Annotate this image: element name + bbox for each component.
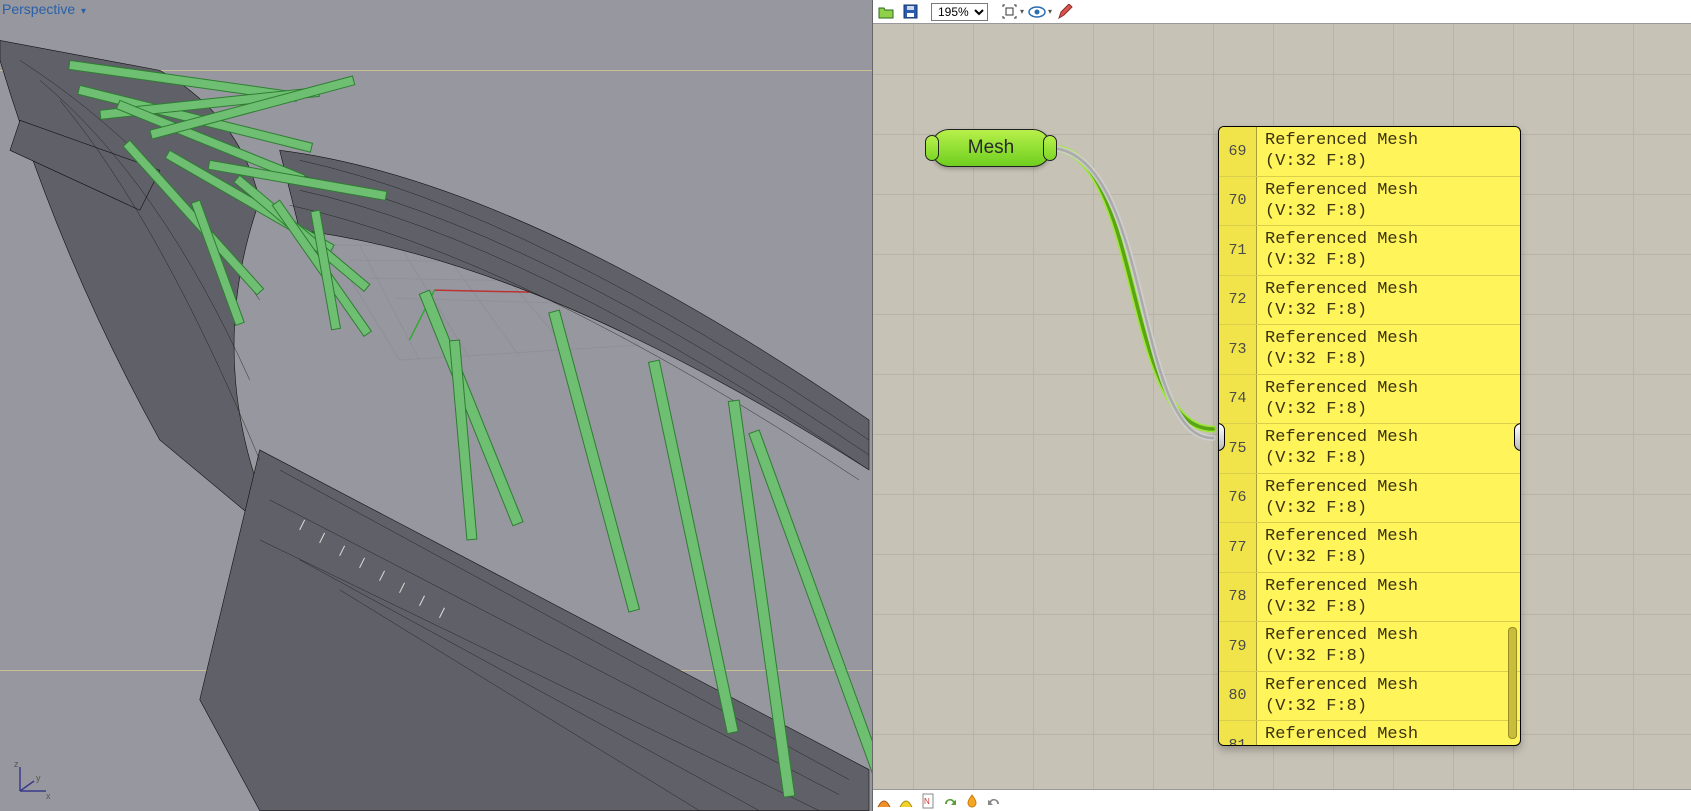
row-text: Referenced Mesh(V:32 F:8): [1257, 622, 1520, 671]
rhino-viewport[interactable]: Perspective ▾: [0, 0, 873, 811]
output-grip[interactable]: [1043, 135, 1057, 161]
panel-row: 77Referenced Mesh(V:32 F:8): [1219, 523, 1520, 573]
dropdown-icon: ▾: [81, 6, 86, 17]
input-grip[interactable]: [925, 135, 939, 161]
pencil-icon: [1057, 4, 1073, 20]
gh-canvas[interactable]: Mesh 69Referenced Mesh(V:32 F:8)70Refere…: [873, 24, 1691, 789]
save-button[interactable]: [899, 2, 921, 22]
row-text: Referenced Mesh(V:32 F:8): [1257, 177, 1520, 226]
undo-button[interactable]: [983, 791, 1005, 811]
row-index: 81: [1219, 721, 1257, 745]
panel-row: 78Referenced Mesh(V:32 F:8): [1219, 573, 1520, 623]
panel-row: 70Referenced Mesh(V:32 F:8): [1219, 177, 1520, 227]
svg-text:N: N: [924, 797, 930, 806]
dropdown-icon[interactable]: ▾: [1020, 7, 1024, 16]
flame-icon: [964, 794, 980, 808]
row-text: Referenced Mesh(V:32 F:8): [1257, 276, 1520, 325]
row-text: Referenced Mesh(V:32 F:8): [1257, 325, 1520, 374]
dropdown-icon[interactable]: ▾: [1048, 7, 1052, 16]
new-icon: N: [921, 793, 935, 809]
action-button[interactable]: [961, 791, 983, 811]
panel-row: 73Referenced Mesh(V:32 F:8): [1219, 325, 1520, 375]
panel-input-grip[interactable]: [1218, 423, 1225, 451]
param-label: Mesh: [968, 137, 1014, 159]
panel-row: 72Referenced Mesh(V:32 F:8): [1219, 276, 1520, 326]
row-index: 79: [1219, 622, 1257, 671]
eye-icon: [1028, 6, 1046, 18]
save-icon: [903, 4, 918, 19]
row-text: Referenced Mesh(V:32 F:8): [1257, 721, 1520, 745]
scrollbar-thumb[interactable]: [1508, 627, 1517, 739]
zoom-extents-icon: [1002, 4, 1017, 19]
row-text: Referenced Mesh(V:32 F:8): [1257, 672, 1520, 721]
open-button[interactable]: [875, 2, 897, 22]
new-doc-button[interactable]: N: [917, 791, 939, 811]
row-index: 69: [1219, 127, 1257, 176]
world-axis-icon: z y x: [12, 759, 52, 799]
row-index: 72: [1219, 276, 1257, 325]
redo-icon: [942, 794, 958, 808]
undo-icon: [986, 794, 1002, 808]
model-geometry: [0, 0, 872, 811]
row-index: 73: [1219, 325, 1257, 374]
zoom-select[interactable]: 195%: [931, 3, 988, 21]
viewport-label[interactable]: Perspective ▾: [0, 0, 94, 18]
row-text: Referenced Mesh(V:32 F:8): [1257, 474, 1520, 523]
viewport-name: Perspective: [2, 1, 75, 17]
panel-row: 75Referenced Mesh(V:32 F:8): [1219, 424, 1520, 474]
row-index: 78: [1219, 573, 1257, 622]
redo-button[interactable]: [939, 791, 961, 811]
view-mode-button[interactable]: [1026, 2, 1048, 22]
row-text: Referenced Mesh(V:32 F:8): [1257, 573, 1520, 622]
open-icon: [878, 5, 894, 19]
wireframe-icon: [898, 793, 914, 809]
row-text: Referenced Mesh(V:32 F:8): [1257, 226, 1520, 275]
row-index: 80: [1219, 672, 1257, 721]
row-index: 77: [1219, 523, 1257, 572]
panel-row: 81Referenced Mesh(V:32 F:8): [1219, 721, 1520, 745]
row-text: Referenced Mesh(V:32 F:8): [1257, 375, 1520, 424]
panel-row: 74Referenced Mesh(V:32 F:8): [1219, 375, 1520, 425]
mesh-param[interactable]: Mesh: [931, 129, 1051, 167]
row-text: Referenced Mesh(V:32 F:8): [1257, 424, 1520, 473]
row-index: 70: [1219, 177, 1257, 226]
gh-statusbar: N: [873, 789, 1691, 811]
row-text: Referenced Mesh(V:32 F:8): [1257, 523, 1520, 572]
grasshopper-pane: 195% ▾ ▾ Mesh: [873, 0, 1691, 811]
panel-row: 69Referenced Mesh(V:32 F:8): [1219, 127, 1520, 177]
panel-row: 71Referenced Mesh(V:32 F:8): [1219, 226, 1520, 276]
sketch-button[interactable]: [1054, 2, 1076, 22]
row-index: 71: [1219, 226, 1257, 275]
shaded-icon: [876, 793, 892, 809]
gh-toolbar: 195% ▾ ▾: [873, 0, 1691, 24]
display-wire-button[interactable]: [895, 791, 917, 811]
row-text: Referenced Mesh(V:32 F:8): [1257, 127, 1520, 176]
panel-row: 76Referenced Mesh(V:32 F:8): [1219, 474, 1520, 524]
panel-row: 80Referenced Mesh(V:32 F:8): [1219, 672, 1520, 722]
panel-row: 79Referenced Mesh(V:32 F:8): [1219, 622, 1520, 672]
panel-output-grip[interactable]: [1514, 423, 1521, 451]
display-mode-button[interactable]: [873, 791, 895, 811]
row-index: 74: [1219, 375, 1257, 424]
data-panel[interactable]: 69Referenced Mesh(V:32 F:8)70Referenced …: [1218, 126, 1521, 746]
zoom-extents-button[interactable]: [998, 2, 1020, 22]
row-index: 76: [1219, 474, 1257, 523]
